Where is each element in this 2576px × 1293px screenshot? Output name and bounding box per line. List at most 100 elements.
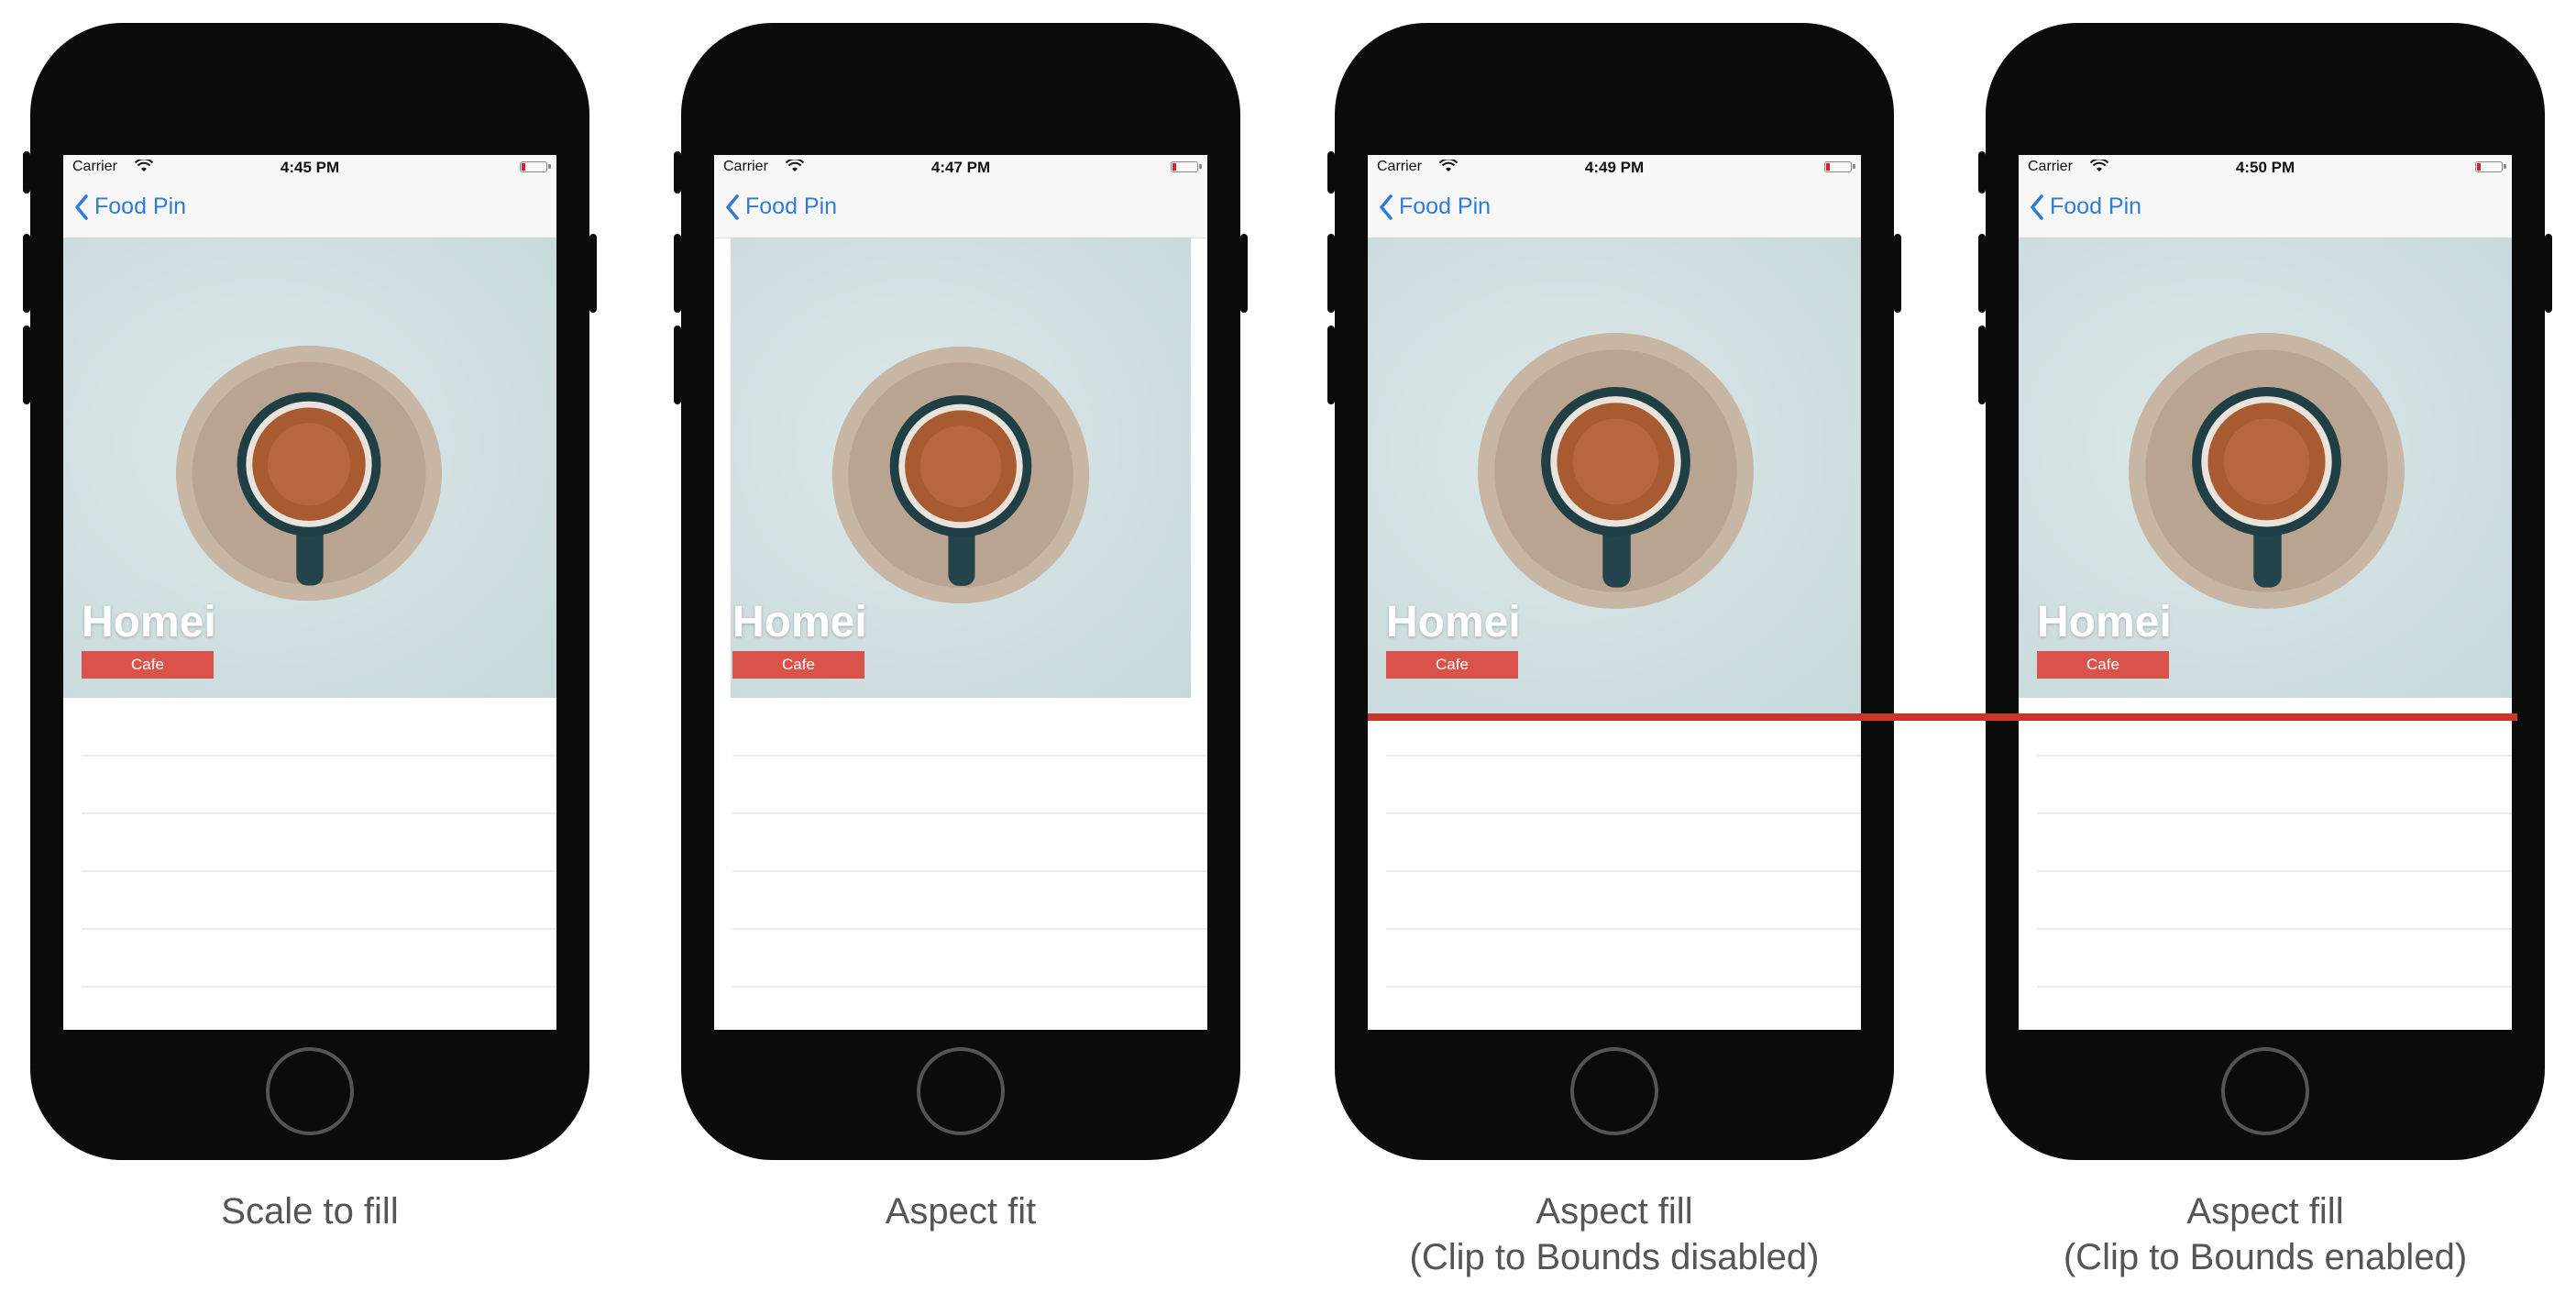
mute-switch [23, 151, 30, 193]
caption-line2: (Clip to Bounds enabled) [2063, 1237, 2468, 1277]
home-button[interactable] [266, 1047, 354, 1135]
volume-down-button [1327, 326, 1335, 404]
phone-aspect-fill-clip-disabled: Carrier 4:49 PM Food Pin Homei Cafe [1327, 23, 1901, 1160]
back-button[interactable]: Food Pin [2030, 193, 2141, 220]
phone-aspect-fill-clip-enabled: Carrier 4:50 PM Food Pin Homei Cafe [1978, 23, 2552, 1160]
battery-icon [1824, 161, 1855, 172]
table-row-separator [1386, 986, 1861, 988]
navigation-bar: Food Pin [1368, 181, 1861, 238]
volume-up-button [1327, 234, 1335, 313]
image-bottom-marker-line [1368, 713, 2517, 721]
coffee-cup-image [831, 346, 1090, 604]
caption-line1: Scale to fill [221, 1191, 399, 1232]
table-row-separator [2037, 986, 2512, 988]
mute-switch [1327, 151, 1335, 193]
table-row-separator [732, 986, 1207, 988]
caption-aspect-fill-clip-disabled: Aspect fill (Clip to Bounds disabled) [1335, 1188, 1894, 1280]
detail-table [1368, 714, 1861, 1030]
caption-aspect-fit: Aspect fit [681, 1188, 1240, 1234]
table-row-separator [2037, 755, 2512, 757]
volume-up-button [1978, 234, 1986, 313]
screen: Carrier 4:47 PM Food Pin Homei Cafe [714, 155, 1207, 1030]
restaurant-type-badge: Cafe [82, 651, 214, 679]
power-button [1240, 234, 1248, 313]
power-button [1894, 234, 1901, 313]
battery-icon [520, 161, 551, 172]
table-row-separator [82, 812, 556, 814]
header-image-view: Homei Cafe [2019, 238, 2512, 698]
screen: Carrier 4:49 PM Food Pin Homei Cafe [1368, 155, 1861, 1030]
table-row-separator [732, 812, 1207, 814]
screen: Carrier 4:50 PM Food Pin Homei Cafe [2019, 155, 2512, 1030]
volume-down-button [23, 326, 30, 404]
mute-switch [674, 151, 681, 193]
restaurant-type-badge: Cafe [732, 651, 864, 679]
volume-up-button [23, 234, 30, 313]
detail-table [714, 698, 1207, 1030]
table-row-separator [2037, 812, 2512, 814]
home-button[interactable] [917, 1047, 1005, 1135]
caption-line1: Aspect fill [1536, 1191, 1693, 1232]
caption-line1: Aspect fit [885, 1191, 1037, 1232]
restaurant-type-badge: Cafe [1386, 651, 1518, 679]
restaurant-name: Homei [732, 598, 867, 646]
table-row-separator [732, 928, 1207, 930]
table-row-separator [1386, 928, 1861, 930]
battery-icon [1171, 161, 1202, 172]
navigation-bar: Food Pin [2019, 181, 2512, 238]
header-image-view: Homei Cafe [1368, 238, 1861, 714]
table-row-separator [1386, 812, 1861, 814]
back-button[interactable]: Food Pin [725, 193, 837, 220]
volume-up-button [674, 234, 681, 313]
header-image-view: Homei Cafe [731, 238, 1191, 698]
caption-scale-to-fill: Scale to fill [30, 1188, 589, 1234]
restaurant-name: Homei [82, 598, 216, 646]
volume-down-button [1978, 326, 1986, 404]
phone-scale-to-fill: Carrier 4:45 PM Food Pin Homei Cafe [23, 23, 597, 1160]
home-button[interactable] [1570, 1047, 1658, 1135]
status-bar: Carrier 4:47 PM [714, 155, 1207, 181]
back-button-label: Food Pin [94, 193, 187, 219]
restaurant-type-badge: Cafe [2037, 651, 2169, 679]
battery-icon [2475, 161, 2506, 172]
caption-line2: (Clip to Bounds disabled) [1409, 1237, 1820, 1277]
navigation-bar: Food Pin [63, 181, 556, 238]
table-row-separator [732, 870, 1207, 872]
back-button[interactable]: Food Pin [74, 193, 186, 220]
mute-switch [1978, 151, 1986, 193]
back-button[interactable]: Food Pin [1379, 193, 1491, 220]
volume-down-button [674, 326, 681, 404]
back-button-label: Food Pin [1399, 193, 1492, 219]
table-row-separator [2037, 928, 2512, 930]
chevron-left-icon [75, 193, 88, 220]
status-bar: Carrier 4:45 PM [63, 155, 556, 181]
power-button [2545, 234, 2552, 313]
chevron-left-icon [726, 193, 739, 220]
chevron-left-icon [2031, 193, 2043, 220]
header-image-view: Homei Cafe [63, 238, 556, 698]
coffee-cup-image [175, 345, 443, 602]
table-row-separator [2037, 870, 2512, 872]
back-button-label: Food Pin [2050, 193, 2142, 219]
table-row-separator [82, 986, 556, 988]
chevron-left-icon [1380, 193, 1393, 220]
status-bar: Carrier 4:49 PM [1368, 155, 1861, 181]
table-row-separator [82, 755, 556, 757]
navigation-bar: Food Pin [714, 181, 1207, 238]
back-button-label: Food Pin [745, 193, 838, 219]
screen: Carrier 4:45 PM Food Pin Homei Cafe [63, 155, 556, 1030]
coffee-cup-image [2129, 333, 2405, 609]
detail-table [2019, 698, 2512, 1030]
status-time: 4:47 PM [930, 159, 991, 176]
restaurant-name: Homei [2037, 598, 2172, 646]
table-row-separator [732, 755, 1207, 757]
table-row-separator [82, 928, 556, 930]
power-button [589, 234, 597, 313]
detail-table [63, 698, 556, 1030]
coffee-cup-image [1478, 333, 1754, 609]
status-time: 4:49 PM [1584, 159, 1645, 176]
table-row-separator [82, 870, 556, 872]
home-button[interactable] [2221, 1047, 2309, 1135]
caption-line1: Aspect fill [2186, 1191, 2344, 1232]
status-time: 4:45 PM [280, 159, 340, 176]
